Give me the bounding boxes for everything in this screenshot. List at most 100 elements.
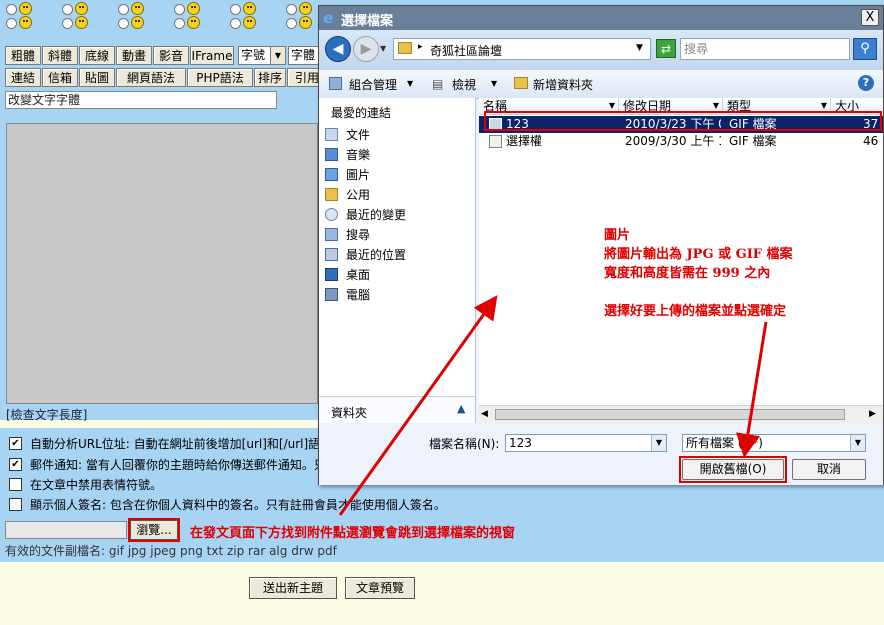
help-icon[interactable]: ? xyxy=(858,75,874,91)
smiley-option[interactable] xyxy=(118,2,144,16)
new-folder-button[interactable]: 新增資料夾 xyxy=(533,76,593,93)
dialog-footer: 檔案名稱(N): 123 ▼ 所有檔案 (*.*) ▼ 開啟舊檔(O) 取消 xyxy=(319,423,883,485)
option-auto-url[interactable]: ✔ 自動分析URL位址: 自動在網址前後增加[url]和[/url]語法 xyxy=(9,435,332,452)
iframe-button[interactable]: IFrame xyxy=(190,46,234,65)
search-icon[interactable]: ⚲ xyxy=(853,38,877,60)
refresh-icon[interactable]: ⇄ xyxy=(656,39,676,58)
back-button[interactable]: ◀ xyxy=(325,36,351,62)
option-email-notify[interactable]: ✔ 郵件通知: 當有人回覆你的主題時給你傳送郵件通知。只 xyxy=(9,456,326,473)
new-folder-icon xyxy=(514,77,528,89)
smiley-face-icon xyxy=(187,2,200,15)
smiley-face-icon xyxy=(75,2,88,15)
smiley-option[interactable] xyxy=(174,16,200,30)
favorite-link[interactable]: 最近的變更 xyxy=(325,206,406,223)
smiley-option[interactable] xyxy=(230,2,256,16)
preview-button[interactable]: 文章預覽 xyxy=(345,577,415,599)
public-folder-icon xyxy=(325,188,338,201)
smiley-option[interactable] xyxy=(230,16,256,30)
favorite-link[interactable]: 圖片 xyxy=(325,166,370,183)
checkbox[interactable]: ✔ xyxy=(9,437,22,450)
checkbox[interactable] xyxy=(9,498,22,511)
navigation-bar: ◀ ▶ ▼ ▸ 奇狐社區論壇 ▼ ⇄ 搜尋 ⚲ xyxy=(319,30,883,70)
chevron-down-icon[interactable]: ▼ xyxy=(407,79,413,88)
smiley-option[interactable] xyxy=(62,2,88,16)
dialog-titlebar[interactable]: e 選擇檔案 X xyxy=(319,6,883,30)
ie-logo-icon: e xyxy=(323,9,334,27)
favorite-link[interactable]: 最近的位置 xyxy=(325,246,406,263)
checkbox[interactable] xyxy=(9,478,22,491)
folders-label: 資料夾 xyxy=(331,406,368,420)
check-length-link[interactable]: [檢查文字長度] xyxy=(6,406,87,423)
scroll-right-icon[interactable]: ▶ xyxy=(869,409,876,419)
favorite-label: 圖片 xyxy=(346,168,371,182)
message-textarea[interactable] xyxy=(6,123,318,404)
search-input[interactable]: 搜尋 xyxy=(680,38,850,60)
scroll-left-icon[interactable]: ◀ xyxy=(481,409,488,419)
valid-extensions-label: 有效的文件副檔名: gif jpg jpeg png txt zip rar a… xyxy=(5,544,337,558)
font-size-select[interactable]: 字號 ▼ xyxy=(238,46,286,65)
command-bar: 組合管理 ▼ ▤ 檢視 ▼ 新增資料夾 ? xyxy=(319,70,883,99)
animation-button[interactable]: 動畫 xyxy=(116,46,152,65)
annotation-line: 寬度和高度皆需在 999 之內 xyxy=(604,266,771,281)
favorite-label: 最近的變更 xyxy=(346,208,407,222)
browse-button[interactable]: 瀏覽... xyxy=(128,518,180,542)
cancel-button[interactable]: 取消 xyxy=(792,459,866,480)
filename-input[interactable]: 123 ▼ xyxy=(505,434,667,452)
favorite-label: 電腦 xyxy=(346,288,371,302)
smiley-option[interactable] xyxy=(118,16,144,30)
favorite-link[interactable]: 電腦 xyxy=(325,286,370,303)
html-code-button[interactable]: 網頁語法 xyxy=(116,68,186,87)
chevron-down-icon[interactable]: ▼ xyxy=(850,435,865,451)
smiley-option[interactable] xyxy=(286,16,312,30)
history-dropdown-icon[interactable]: ▼ xyxy=(380,44,386,53)
image-button[interactable]: 貼圖 xyxy=(79,68,115,87)
favorite-label: 公用 xyxy=(346,188,371,202)
forward-button[interactable]: ▶ xyxy=(353,36,379,62)
chevron-down-icon[interactable]: ▼ xyxy=(651,435,666,451)
views-button[interactable]: 檢視 xyxy=(452,76,476,93)
php-code-button[interactable]: PHP語法 xyxy=(187,68,253,87)
favorite-link[interactable]: 文件 xyxy=(325,126,370,143)
underline-button[interactable]: 底線 xyxy=(79,46,115,65)
smiley-option[interactable] xyxy=(62,16,88,30)
option-disable-smilies[interactable]: 在文章中禁用表情符號。 xyxy=(9,476,162,493)
scroll-thumb[interactable] xyxy=(495,409,845,420)
shock-face-icon xyxy=(187,16,200,29)
attachment-path-input[interactable] xyxy=(5,521,127,539)
bold-button[interactable]: 粗體 xyxy=(5,46,41,65)
file-size: 46 K xyxy=(863,134,883,148)
favorite-link[interactable]: 公用 xyxy=(325,186,370,203)
smiley-option[interactable] xyxy=(174,2,200,16)
checkbox[interactable]: ✔ xyxy=(9,458,22,471)
annotation-line xyxy=(604,283,793,302)
breadcrumb-separator-icon: ▸ xyxy=(418,42,423,52)
favorite-link[interactable]: 音樂 xyxy=(325,146,370,163)
italic-button[interactable]: 斜體 xyxy=(42,46,78,65)
favorite-link[interactable]: 搜尋 xyxy=(325,226,370,243)
computer-icon xyxy=(325,288,338,301)
filetype-select[interactable]: 所有檔案 (*.*) ▼ xyxy=(682,434,866,452)
option-show-signature[interactable]: 顯示個人簽名: 包含在你個人資料中的簽名。只有註冊會員才能使用個人簽名。 xyxy=(9,496,446,513)
favorite-link[interactable]: 桌面 xyxy=(325,266,370,283)
smiley-option[interactable] xyxy=(286,2,312,16)
folders-toggle[interactable]: 資料夾 ▲ xyxy=(319,396,475,424)
font-family-select-value: 字體 xyxy=(291,48,316,62)
smiley-option[interactable] xyxy=(6,2,32,16)
favorite-label: 文件 xyxy=(346,128,371,142)
organize-button[interactable]: 組合管理 xyxy=(349,76,397,93)
submit-topic-button[interactable]: 送出新主題 xyxy=(249,577,337,599)
desktop-icon xyxy=(325,268,338,281)
chevron-down-icon[interactable]: ▼ xyxy=(491,79,497,88)
address-bar[interactable]: ▸ 奇狐社區論壇 ▼ xyxy=(393,38,651,60)
email-button[interactable]: 信箱 xyxy=(42,68,78,87)
close-button[interactable]: X xyxy=(861,9,879,26)
smiley-option[interactable] xyxy=(6,16,32,30)
font-input[interactable]: 改變文字字體 xyxy=(5,91,277,109)
link-button[interactable]: 連結 xyxy=(5,68,41,87)
horizontal-scrollbar[interactable]: ◀ ▶ xyxy=(479,405,883,424)
file-row[interactable]: 選擇權 2009/3/30 上午 1... GIF 檔案 46 K xyxy=(479,133,883,150)
chevron-down-icon[interactable]: ▼ xyxy=(636,43,643,53)
media-button[interactable]: 影音 xyxy=(153,46,189,65)
sort-button[interactable]: 排序 xyxy=(254,68,286,87)
wink-face-icon xyxy=(299,16,312,29)
